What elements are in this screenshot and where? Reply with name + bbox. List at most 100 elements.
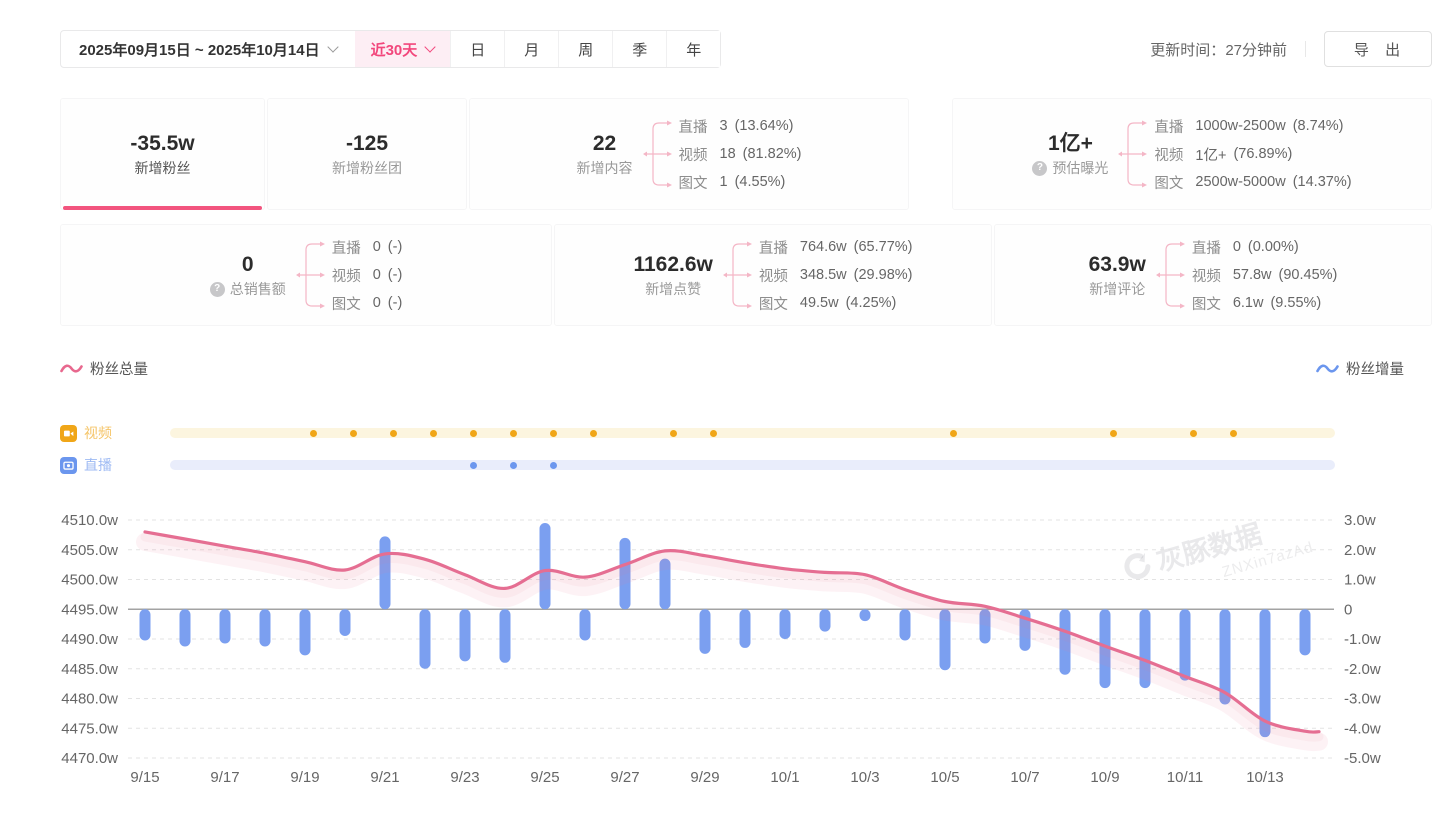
video-timeline: 视频 [60, 424, 1372, 442]
increment-bar-9-15[interactable] [140, 609, 151, 640]
topbar: 2025年09月15日 ~ 2025年10月14日 近30天 日月周季年 更新时… [0, 30, 1432, 70]
export-button[interactable]: 导 出 [1324, 31, 1432, 67]
chevron-down-icon [327, 41, 338, 52]
left-axis-tick: 4505.0w [61, 542, 118, 559]
video-event-dot-9-29[interactable] [710, 430, 717, 437]
chevron-down-icon [425, 41, 436, 52]
increment-bar-9-18[interactable] [260, 609, 271, 646]
help-icon[interactable]: ? [210, 282, 225, 297]
breakdown-bracket [723, 233, 757, 317]
stat-breakdown: 直播0(0.00%)视频57.8w(90.45%)图文6.1w(9.55%) [1156, 233, 1338, 317]
increment-bar-10-4[interactable] [900, 609, 911, 640]
live-event-dot-9-25[interactable] [550, 462, 557, 469]
x-axis-tick: 10/13 [1246, 769, 1284, 786]
increment-bar-9-24[interactable] [500, 609, 511, 663]
legend-fans-increment[interactable]: 粉丝增量 [1316, 358, 1404, 379]
increment-bar-9-26[interactable] [580, 609, 591, 640]
stat-value: 22 [593, 133, 616, 154]
video-event-dot-9-28[interactable] [670, 430, 677, 437]
video-event-dot-9-25[interactable] [550, 430, 557, 437]
live-event-dot-9-24[interactable] [510, 462, 517, 469]
date-range-picker[interactable]: 2025年09月15日 ~ 2025年10月14日 [61, 31, 355, 67]
stat-card-new-likes[interactable]: 1162.6w 新增点赞 直播764.6w(65.77%)视频348.5w(29… [554, 224, 992, 326]
video-event-dot-10-11[interactable] [1190, 430, 1197, 437]
left-axis-tick: 4495.0w [61, 601, 118, 618]
increment-bar-10-3[interactable] [860, 609, 871, 621]
increment-bar-10-11[interactable] [1180, 609, 1191, 680]
video-event-dot-10-5[interactable] [950, 430, 957, 437]
breakdown-item: 视频18(81.82%) [679, 140, 802, 168]
stat-card-new-content[interactable]: 22 新增内容 直播3(13.64%)视频18(81.82%)图文1(4.55%… [469, 98, 909, 210]
stat-card-est-exposure[interactable]: 1亿+ ?预估曝光 直播1000w-2500w(8.74%)视频1亿+(76.8… [952, 98, 1432, 210]
right-axis-tick: 2.0w [1344, 542, 1376, 559]
increment-bar-9-17[interactable] [220, 609, 231, 643]
stat-breakdown: 直播0(-)视频0(-)图文0(-) [296, 233, 403, 317]
fans-trend-chart[interactable]: 4510.0w3.0w4505.0w2.0w4500.0w1.0w4495.0w… [0, 496, 1432, 832]
x-axis-tick: 10/5 [930, 769, 959, 786]
breakdown-item: 图文6.1w(9.55%) [1192, 289, 1338, 317]
period-tab-3[interactable]: 季 [612, 31, 666, 67]
breakdown-bracket [296, 233, 330, 317]
stat-value: -125 [346, 133, 388, 154]
stat-label: 新增内容 [577, 161, 633, 175]
legend-label: 粉丝增量 [1346, 358, 1404, 379]
quick-range-last30-button[interactable]: 近30天 [355, 31, 451, 67]
increment-bar-10-2[interactable] [820, 609, 831, 631]
video-event-dot-9-21[interactable] [390, 430, 397, 437]
stat-breakdown: 直播1000w-2500w(8.74%)视频1亿+(76.89%)图文2500w… [1118, 112, 1351, 196]
x-axis-tick: 9/29 [690, 769, 719, 786]
period-tab-2[interactable]: 周 [558, 31, 612, 67]
breakdown-bracket [1118, 112, 1152, 196]
period-tab-1[interactable]: 月 [504, 31, 558, 67]
stat-card-total-sales[interactable]: 0 ?总销售额 直播0(-)视频0(-)图文0(-) [60, 224, 552, 326]
increment-bar-10-14[interactable] [1300, 609, 1311, 655]
video-event-dot-9-26[interactable] [590, 430, 597, 437]
active-indicator [63, 206, 262, 210]
period-tabs: 日月周季年 [450, 31, 720, 67]
right-axis-tick: -3.0w [1344, 691, 1381, 708]
video-event-dot-9-22[interactable] [430, 430, 437, 437]
stat-main: -125 新增粉丝团 [332, 133, 402, 175]
increment-bar-9-23[interactable] [460, 609, 471, 661]
legend-fans-total[interactable]: 粉丝总量 [60, 358, 148, 379]
x-axis-tick: 9/27 [610, 769, 639, 786]
breakdown-item: 直播0(-) [332, 233, 403, 261]
increment-bar-10-1[interactable] [780, 609, 791, 639]
increment-bar-9-20[interactable] [340, 609, 351, 636]
increment-bar-9-25[interactable] [540, 523, 551, 609]
date-range-text: 2025年09月15日 ~ 2025年10月14日 [79, 39, 320, 60]
live-event-dot-9-23[interactable] [470, 462, 477, 469]
stat-card-new-comments[interactable]: 63.9w 新增评论 直播0(0.00%)视频57.8w(90.45%)图文6.… [994, 224, 1432, 326]
breakdown-item: 直播0(0.00%) [1192, 233, 1338, 261]
increment-bar-9-29[interactable] [700, 609, 711, 654]
stat-main: 1162.6w 新增点赞 [633, 254, 712, 296]
breakdown-bracket [1156, 233, 1190, 317]
video-event-dot-9-23[interactable] [470, 430, 477, 437]
video-event-dot-10-12[interactable] [1230, 430, 1237, 437]
stat-breakdown: 直播3(13.64%)视频18(81.82%)图文1(4.55%) [643, 112, 802, 196]
help-icon[interactable]: ? [1032, 161, 1047, 176]
left-axis-tick: 4475.0w [61, 720, 118, 737]
video-event-dot-9-19[interactable] [310, 430, 317, 437]
stat-card-new-fanclub[interactable]: -125 新增粉丝团 [267, 98, 467, 210]
increment-bar-9-19[interactable] [300, 609, 311, 655]
left-axis-tick: 4470.0w [61, 750, 118, 767]
period-tab-0[interactable]: 日 [450, 31, 504, 67]
increment-bar-9-22[interactable] [420, 609, 431, 669]
breakdown-item: 图文1(4.55%) [679, 168, 802, 196]
increment-bar-9-16[interactable] [180, 609, 191, 646]
right-axis-tick: -1.0w [1344, 631, 1381, 648]
video-track [170, 428, 1335, 438]
live-track [170, 460, 1335, 470]
video-event-dot-9-20[interactable] [350, 430, 357, 437]
x-axis-tick: 9/17 [210, 769, 239, 786]
period-tab-4[interactable]: 年 [666, 31, 720, 67]
increment-bar-9-30[interactable] [740, 609, 751, 648]
breakdown-item: 直播764.6w(65.77%) [759, 233, 913, 261]
stat-label: ?预估曝光 [1032, 161, 1108, 176]
video-event-dot-10-9[interactable] [1110, 430, 1117, 437]
stat-card-new-fans[interactable]: -35.5w 新增粉丝 [60, 98, 265, 210]
video-event-dot-9-24[interactable] [510, 430, 517, 437]
stat-main: -35.5w 新增粉丝 [130, 133, 194, 175]
wave-icon-blue [1316, 362, 1339, 375]
